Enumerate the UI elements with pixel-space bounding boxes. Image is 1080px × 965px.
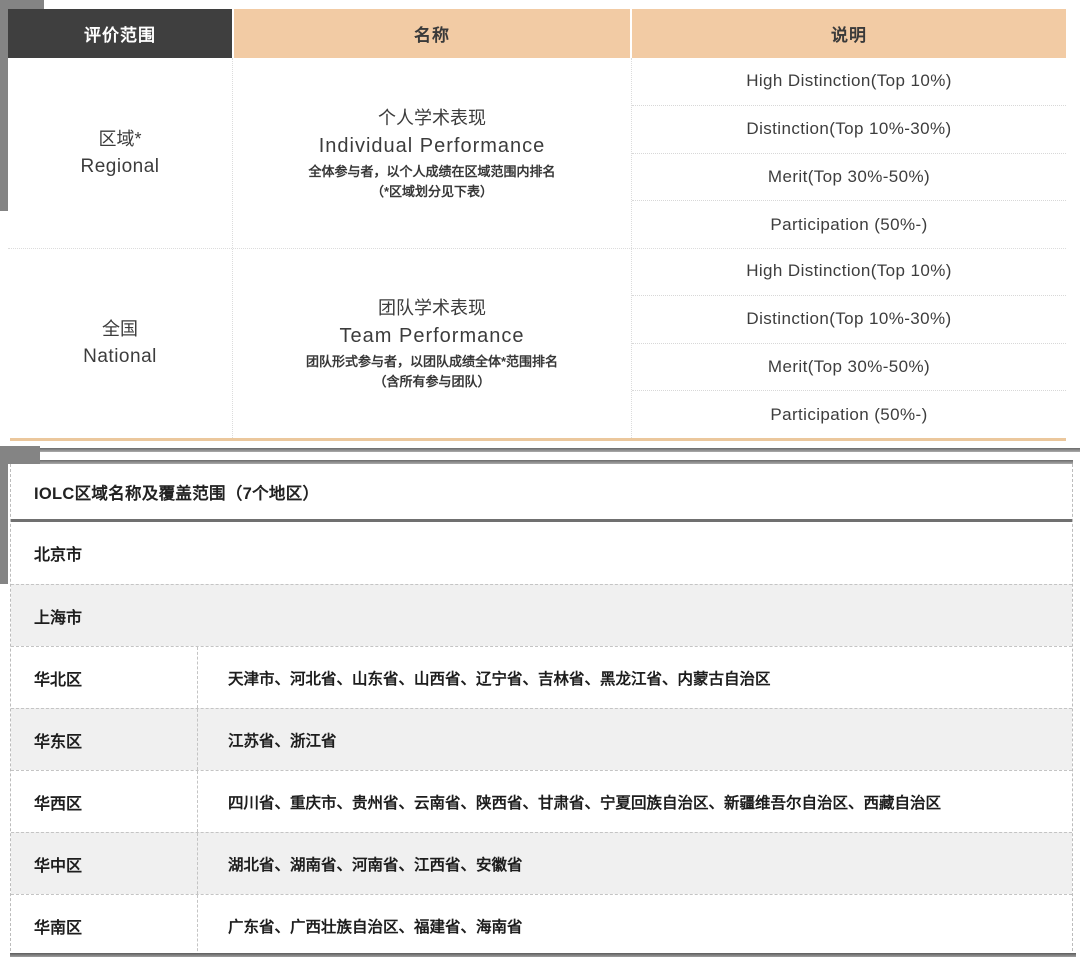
region-coverage: 四川省、重庆市、贵州省、云南省、陕西省、甘肃省、宁夏回族自治区、新疆维吾尔自治区…: [197, 771, 1072, 832]
scope-en-label: Regional: [81, 153, 160, 181]
table-row-central: 华中区 湖北省、湖南省、河南省、江西省、安徽省: [11, 832, 1072, 894]
table1-header-name: 名称: [234, 9, 630, 58]
level-participation: Participation (50%-): [632, 200, 1066, 248]
region-name: 北京市: [11, 522, 197, 584]
region-name: 华西区: [11, 771, 197, 832]
name-note-line2: （*区域划分见下表）: [308, 182, 555, 202]
table-row-shanghai: 上海市: [11, 584, 1072, 646]
region-coverage: 湖北省、湖南省、河南省、江西省、安徽省: [197, 833, 1072, 894]
table1-header-scope: 评价范围: [8, 9, 232, 58]
table-row-beijing: 北京市: [11, 522, 1072, 584]
level-distinction: Distinction(Top 10%-30%): [632, 295, 1066, 343]
level-merit: Merit(Top 30%-50%): [632, 153, 1066, 201]
table2-title: IOLC区域名称及覆盖范围（7个地区）: [11, 464, 1072, 522]
table1-row-regional-name-cell: 个人学术表现 Individual Performance 全体参与者，以个人成…: [233, 58, 631, 248]
region-coverage: [197, 522, 1072, 584]
level-high-distinction: High Distinction(Top 10%): [632, 248, 1066, 295]
region-coverage: [197, 585, 1072, 646]
name-en-label: Individual Performance: [319, 132, 546, 160]
level-merit: Merit(Top 30%-50%): [632, 343, 1066, 391]
name-note-line2: （含所有参与团队）: [306, 372, 558, 392]
region-name: 华南区: [11, 895, 197, 956]
page: 评价范围 名称 说明 区域* Regional 个人学术表现 Individua…: [0, 0, 1080, 965]
scope-zh-label: 区域*: [98, 125, 141, 153]
table2: IOLC区域名称及覆盖范围（7个地区） 北京市 上海市 华北区 天津市、河北省、…: [10, 464, 1073, 956]
table1-header-description: 说明: [632, 9, 1066, 58]
name-note-line1: 团队形式参与者，以团队成绩全体*范围排名: [306, 352, 558, 372]
table-row-east: 华东区 江苏省、浙江省: [11, 708, 1072, 770]
region-name: 上海市: [11, 585, 197, 646]
region-name: 华中区: [11, 833, 197, 894]
name-zh-label: 个人学术表现: [378, 105, 486, 132]
region-name: 华东区: [11, 709, 197, 770]
table1-row-national-levels-cell: High Distinction(Top 10%) Distinction(To…: [632, 248, 1066, 438]
level-high-distinction: High Distinction(Top 10%): [632, 58, 1066, 105]
table2-outer-top-bar: [0, 448, 1080, 452]
region-coverage: 天津市、河北省、山东省、山西省、辽宁省、吉林省、黑龙江省、内蒙古自治区: [197, 647, 1072, 708]
name-en-label: Team Performance: [340, 322, 525, 350]
table2-left-accent-bar: [0, 446, 8, 584]
table-row-north: 华北区 天津市、河北省、山东省、山西省、辽宁省、吉林省、黑龙江省、内蒙古自治区: [11, 646, 1072, 708]
name-zh-label: 团队学术表现: [378, 295, 486, 322]
table1-left-accent-bar: [0, 0, 8, 211]
region-coverage: 广东省、广西壮族自治区、福建省、海南省: [197, 895, 1072, 956]
table1-row-regional-scope-cell: 区域* Regional: [8, 58, 232, 248]
table1-bottom-accent-line: [10, 438, 1066, 441]
name-note: 全体参与者，以个人成绩在区域范围内排名 （*区域划分见下表）: [308, 162, 555, 202]
region-coverage: 江苏省、浙江省: [197, 709, 1072, 770]
table2-bottom-border: [10, 953, 1076, 957]
table-row-west: 华西区 四川省、重庆市、贵州省、云南省、陕西省、甘肃省、宁夏回族自治区、新疆维吾…: [11, 770, 1072, 832]
level-participation: Participation (50%-): [632, 390, 1066, 438]
name-note: 团队形式参与者，以团队成绩全体*范围排名 （含所有参与团队）: [306, 352, 558, 392]
table1-row-regional-levels-cell: High Distinction(Top 10%) Distinction(To…: [632, 58, 1066, 248]
level-distinction: Distinction(Top 10%-30%): [632, 105, 1066, 153]
table-row-south: 华南区 广东省、广西壮族自治区、福建省、海南省: [11, 894, 1072, 956]
name-note-line1: 全体参与者，以个人成绩在区域范围内排名: [308, 162, 555, 182]
table1-row-divider: [8, 248, 1066, 249]
table1-row-national-scope-cell: 全国 National: [8, 248, 232, 438]
table1-row-national-name-cell: 团队学术表现 Team Performance 团队形式参与者，以团队成绩全体*…: [233, 248, 631, 438]
region-name: 华北区: [11, 647, 197, 708]
scope-en-label: National: [83, 343, 157, 371]
scope-zh-label: 全国: [102, 315, 138, 343]
